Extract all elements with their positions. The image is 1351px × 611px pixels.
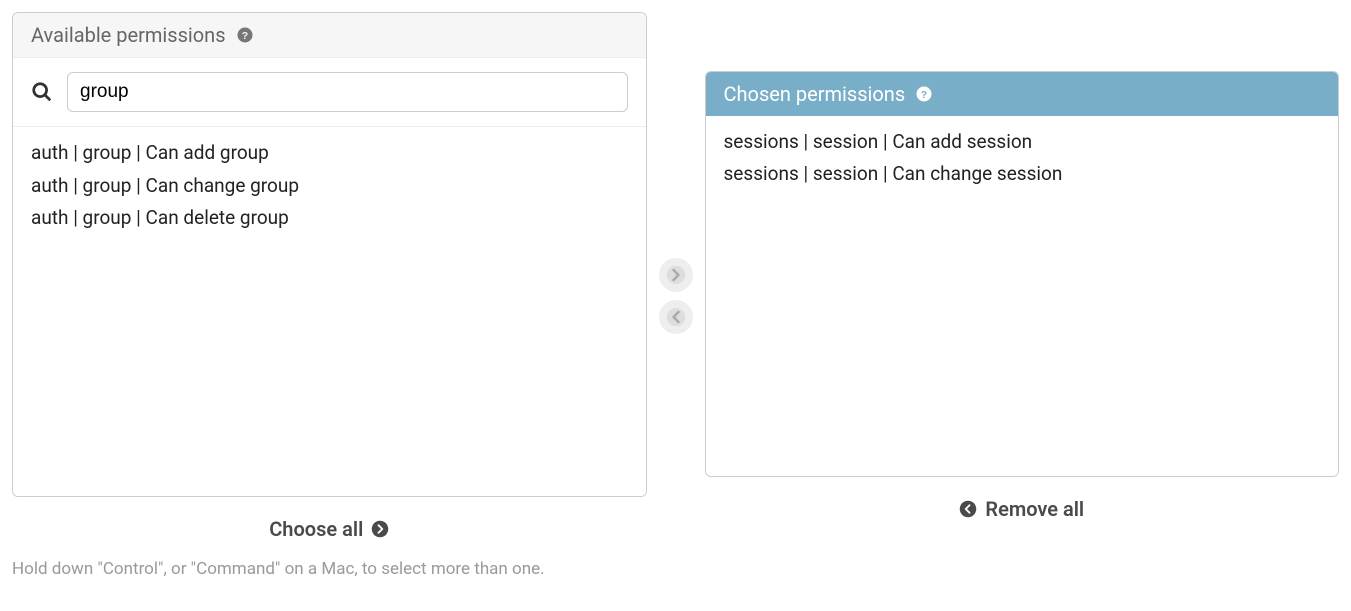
chevron-left-circle-icon bbox=[959, 500, 977, 518]
remove-all-link[interactable]: Remove all bbox=[705, 497, 1340, 521]
choose-all-link[interactable]: Choose all bbox=[12, 517, 647, 541]
available-title: Available permissions bbox=[31, 23, 226, 47]
filter-row bbox=[13, 57, 646, 126]
chosen-listbox[interactable]: sessions | session | Can add sessionsess… bbox=[706, 116, 1339, 476]
list-item[interactable]: auth | group | Can delete group bbox=[27, 202, 632, 235]
chevron-right-circle-icon bbox=[371, 520, 389, 538]
arrow-left-icon bbox=[666, 307, 686, 327]
choose-all-label: Choose all bbox=[269, 517, 363, 541]
move-right-button[interactable] bbox=[659, 258, 693, 292]
chosen-panel: Chosen permissions ? sessions | session … bbox=[705, 71, 1340, 477]
filter-input[interactable] bbox=[67, 72, 628, 112]
move-left-button[interactable] bbox=[659, 300, 693, 334]
svg-text:?: ? bbox=[241, 30, 247, 42]
chosen-header: Chosen permissions ? bbox=[706, 72, 1339, 116]
help-text: Hold down "Control", or "Command" on a M… bbox=[12, 559, 647, 579]
list-item[interactable]: sessions | session | Can change session bbox=[720, 158, 1325, 191]
available-panel: Available permissions ? auth | group | C… bbox=[12, 12, 647, 497]
chosen-title: Chosen permissions bbox=[724, 82, 906, 106]
list-item[interactable]: auth | group | Can change group bbox=[27, 170, 632, 203]
permissions-selector: Available permissions ? auth | group | C… bbox=[12, 12, 1339, 579]
remove-all-label: Remove all bbox=[985, 497, 1084, 521]
available-listbox[interactable]: auth | group | Can add groupauth | group… bbox=[13, 126, 646, 496]
arrow-right-icon bbox=[666, 265, 686, 285]
help-icon[interactable]: ? bbox=[915, 85, 933, 103]
chosen-column: Chosen permissions ? sessions | session … bbox=[705, 71, 1340, 521]
svg-text:?: ? bbox=[921, 88, 927, 100]
available-header: Available permissions ? bbox=[13, 13, 646, 57]
list-item[interactable]: auth | group | Can add group bbox=[27, 137, 632, 170]
available-column: Available permissions ? auth | group | C… bbox=[12, 12, 647, 579]
transfer-buttons bbox=[659, 258, 693, 334]
help-icon[interactable]: ? bbox=[236, 26, 254, 44]
search-icon bbox=[31, 81, 53, 103]
list-item[interactable]: sessions | session | Can add session bbox=[720, 126, 1325, 159]
